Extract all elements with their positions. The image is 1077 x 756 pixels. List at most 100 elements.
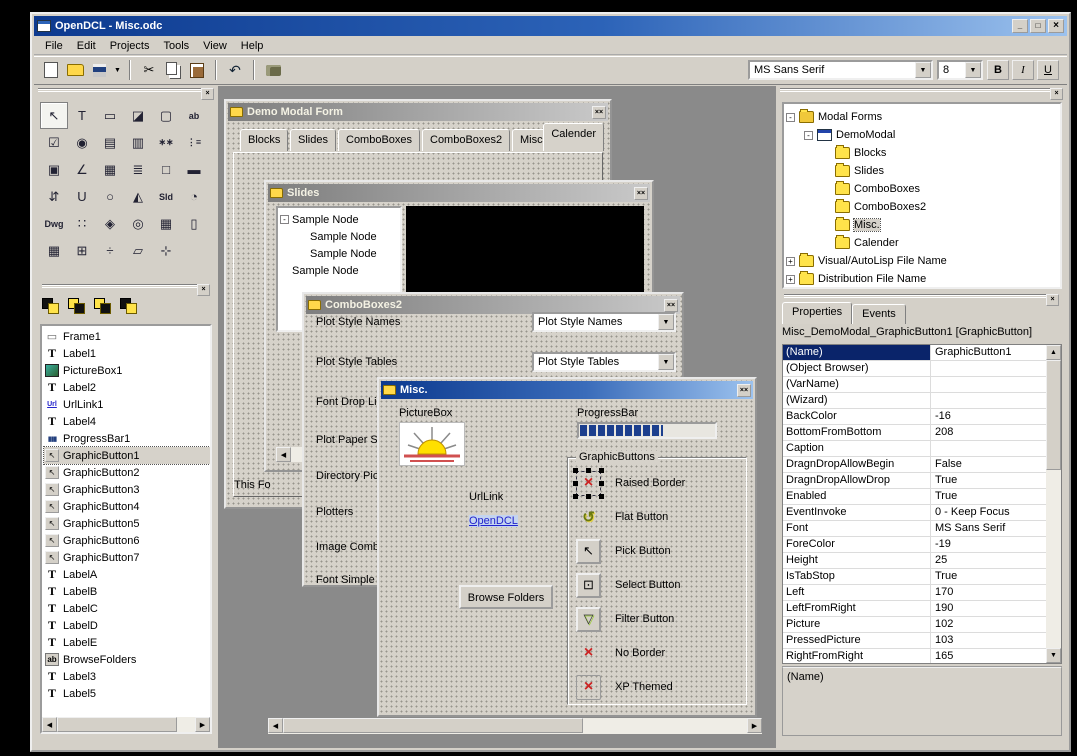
chevron-down-icon[interactable] bbox=[658, 354, 674, 370]
graphic-button[interactable] bbox=[576, 675, 601, 700]
control-list-item[interactable]: GraphicButton7 bbox=[44, 549, 210, 566]
toolbox-tool[interactable]: ▣ bbox=[40, 156, 68, 183]
close-icon[interactable] bbox=[201, 88, 214, 100]
toolbox-tool[interactable]: ▦ bbox=[96, 156, 124, 183]
slides-titlebar[interactable]: Slides × bbox=[268, 184, 650, 202]
app-titlebar[interactable]: OpenDCL - Misc.odc bbox=[34, 16, 1067, 36]
property-value[interactable]: MS Sans Serif bbox=[931, 521, 1046, 536]
form-tab[interactable]: ComboBoxes bbox=[338, 129, 420, 151]
property-value[interactable]: 25 bbox=[931, 553, 1046, 568]
demo-form-titlebar[interactable]: Demo Modal Form × bbox=[228, 103, 608, 121]
expander-icon[interactable]: + bbox=[786, 257, 795, 266]
property-row[interactable]: BottomFromBottom 208 bbox=[783, 425, 1046, 441]
toolbox-tool[interactable]: ▬ bbox=[180, 156, 208, 183]
control-list-item[interactable]: BrowseFolders bbox=[44, 651, 210, 668]
toolbox-tool[interactable]: □ bbox=[152, 156, 180, 183]
property-row[interactable]: Font MS Sans Serif bbox=[783, 521, 1046, 537]
toolbox-tool[interactable]: ◔ bbox=[180, 183, 208, 210]
tree-node[interactable]: - Sample Node bbox=[280, 211, 398, 228]
form-tab[interactable]: ComboBoxes2 bbox=[422, 129, 510, 151]
zorder-icon[interactable] bbox=[92, 296, 112, 314]
toolbox-tool[interactable]: ∷ bbox=[68, 210, 96, 237]
project-tree[interactable]: - Modal Forms - DemoModal Blocks bbox=[782, 102, 1062, 289]
toolbox-tool[interactable]: ⊞ bbox=[68, 237, 96, 264]
format-button[interactable]: I bbox=[1012, 60, 1034, 80]
control-list[interactable]: Frame1 Label1 PictureBox1 Label2 bbox=[40, 324, 212, 734]
property-value[interactable] bbox=[931, 361, 1046, 376]
chevron-down-icon[interactable] bbox=[915, 62, 931, 78]
control-list-item[interactable]: GraphicButton5 bbox=[44, 515, 210, 532]
control-list-item[interactable]: Label3 bbox=[44, 668, 210, 685]
toolbox-tool[interactable]: ⇵ bbox=[40, 183, 68, 210]
scroll-up-icon[interactable] bbox=[1046, 345, 1061, 360]
close-icon[interactable]: × bbox=[664, 299, 678, 312]
toolbox-tool[interactable]: ▢ bbox=[152, 102, 180, 129]
property-row[interactable]: Left 170 bbox=[783, 585, 1046, 601]
toolbar-icon[interactable] bbox=[88, 60, 110, 80]
property-value[interactable]: True bbox=[931, 473, 1046, 488]
property-row[interactable]: LeftFromRight 190 bbox=[783, 601, 1046, 617]
property-grid[interactable]: (Name) GraphicButton1 (Object Browser) (… bbox=[782, 344, 1062, 664]
chevron-down-icon[interactable] bbox=[658, 314, 674, 330]
toolbar-icon[interactable] bbox=[40, 60, 62, 80]
property-row[interactable]: EventInvoke 0 - Keep Focus bbox=[783, 505, 1046, 521]
toolbox-tool[interactable]: ▦ bbox=[40, 237, 68, 264]
property-value[interactable]: 0 - Keep Focus bbox=[931, 505, 1046, 520]
control-list-item[interactable]: UrlLink1 bbox=[44, 396, 210, 413]
project-tree-node[interactable]: + Distribution File Name bbox=[786, 270, 1058, 288]
font-family-select[interactable]: MS Sans Serif bbox=[748, 60, 933, 80]
toolbox-tool[interactable]: ◈ bbox=[96, 210, 124, 237]
toolbox-tool[interactable]: ☑ bbox=[40, 129, 68, 156]
control-list-item[interactable]: ProgressBar1 bbox=[44, 430, 210, 447]
menu-item[interactable]: Help bbox=[234, 38, 271, 54]
property-row[interactable]: (Object Browser) bbox=[783, 361, 1046, 377]
menu-item[interactable]: Projects bbox=[103, 38, 157, 54]
property-value[interactable]: True bbox=[931, 489, 1046, 504]
toolbar-icon[interactable] bbox=[186, 60, 208, 80]
toolbox-tool[interactable]: ◪ bbox=[124, 102, 152, 129]
project-tree-node[interactable]: ComboBoxes bbox=[786, 180, 1058, 198]
tree-node[interactable]: Sample Node bbox=[280, 245, 398, 262]
control-list-item[interactable]: GraphicButton2 bbox=[44, 464, 210, 481]
property-value[interactable] bbox=[931, 377, 1046, 392]
chevron-down-icon[interactable] bbox=[965, 62, 981, 78]
project-tree-node[interactable]: - Modal Forms bbox=[786, 108, 1058, 126]
toolbox-tool[interactable]: ▯ bbox=[180, 210, 208, 237]
toolbox-tool[interactable]: ▱ bbox=[124, 237, 152, 264]
toolbox-tool[interactable]: ▥ bbox=[124, 129, 152, 156]
project-tree-node[interactable]: ComboBoxes2 bbox=[786, 198, 1058, 216]
tree-grip[interactable] bbox=[780, 89, 1063, 99]
menu-item[interactable]: View bbox=[196, 38, 234, 54]
property-value[interactable]: -16 bbox=[931, 409, 1046, 424]
property-row[interactable]: PressedPicture 103 bbox=[783, 633, 1046, 649]
property-value[interactable]: False bbox=[931, 457, 1046, 472]
property-value[interactable]: -19 bbox=[931, 537, 1046, 552]
close-icon[interactable]: × bbox=[634, 187, 648, 200]
scroll-right-icon[interactable] bbox=[195, 717, 210, 732]
project-tree-node[interactable]: Slides bbox=[786, 162, 1058, 180]
control-list-item[interactable]: GraphicButton3 bbox=[44, 481, 210, 498]
control-list-hscrollbar[interactable] bbox=[42, 717, 210, 732]
control-list-item[interactable]: GraphicButton1 bbox=[44, 447, 210, 464]
property-value[interactable] bbox=[931, 393, 1046, 408]
close-icon[interactable] bbox=[1050, 88, 1063, 100]
property-value[interactable]: 102 bbox=[931, 617, 1046, 632]
property-row[interactable]: (VarName) bbox=[783, 377, 1046, 393]
menu-item[interactable]: File bbox=[38, 38, 70, 54]
close-button[interactable] bbox=[1048, 19, 1064, 33]
tree-node[interactable]: Sample Node bbox=[280, 228, 398, 245]
property-value[interactable]: 208 bbox=[931, 425, 1046, 440]
property-row[interactable]: (Wizard) bbox=[783, 393, 1046, 409]
control-list-item[interactable]: LabelA bbox=[44, 566, 210, 583]
browse-folders-button[interactable]: Browse Folders bbox=[459, 585, 553, 609]
toolbar-icon[interactable] bbox=[64, 60, 86, 80]
control-list-item[interactable]: LabelE bbox=[44, 634, 210, 651]
close-icon[interactable] bbox=[1046, 294, 1059, 306]
control-list-item[interactable]: LabelD bbox=[44, 617, 210, 634]
toolbox-tool[interactable]: ÷ bbox=[96, 237, 124, 264]
close-icon[interactable] bbox=[197, 284, 210, 296]
format-button[interactable]: B bbox=[987, 60, 1009, 80]
control-list-item[interactable]: PictureBox1 bbox=[44, 362, 210, 379]
menu-item[interactable]: Edit bbox=[70, 38, 103, 54]
properties-tab[interactable]: Events bbox=[852, 304, 906, 324]
